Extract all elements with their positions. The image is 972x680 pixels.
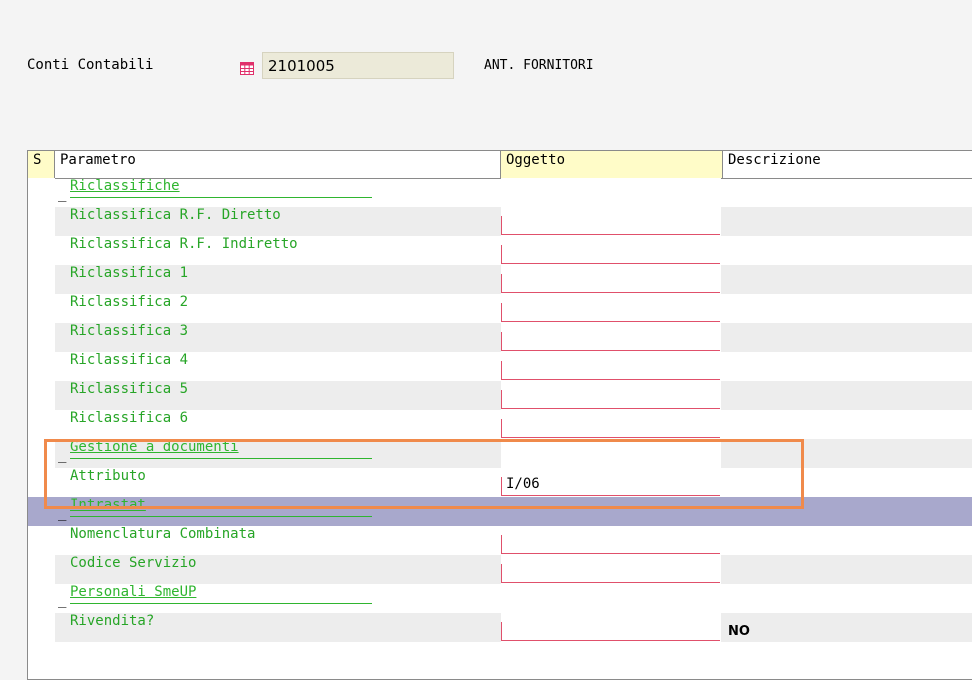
selection-cell[interactable] (28, 613, 55, 642)
section-title[interactable]: Riclassifiche (70, 178, 372, 198)
account-description: ANT. FORNITORI (484, 58, 594, 73)
oggetto-input[interactable] (501, 535, 720, 554)
selection-cell[interactable] (28, 323, 55, 352)
oggetto-input[interactable] (501, 274, 720, 293)
parameter-label: Riclassifica 3 (70, 323, 189, 339)
table-row[interactable]: Nomenclatura Combinata (28, 526, 972, 555)
selection-cell[interactable] (28, 526, 55, 555)
table-row[interactable]: Riclassifica 4 (28, 352, 972, 381)
selection-cell[interactable] (28, 352, 55, 381)
parameter-label: Rivendita? (70, 613, 155, 629)
table-row[interactable]: Rivendita? NO (28, 613, 972, 642)
parameter-label: Riclassifica 4 (70, 352, 189, 368)
header-label: Conti Contabili (27, 57, 154, 73)
account-code-input[interactable]: 2101005 (262, 52, 454, 79)
selection-cell[interactable] (28, 381, 55, 410)
section-marker[interactable]: _ (58, 186, 66, 202)
column-header-s[interactable]: S (28, 151, 55, 178)
table-row[interactable]: Riclassifica 6 (28, 410, 972, 439)
parameter-label: Riclassifica R.F. Diretto (70, 207, 281, 223)
parameter-label: Riclassifica R.F. Indiretto (70, 236, 298, 252)
selection-cell[interactable] (28, 207, 55, 236)
table-row[interactable]: Riclassifica R.F. Indiretto (28, 236, 972, 265)
oggetto-input[interactable] (501, 622, 720, 641)
table-row[interactable]: Riclassifica R.F. Diretto (28, 207, 972, 236)
oggetto-input[interactable] (501, 390, 720, 409)
selection-cell[interactable] (28, 236, 55, 265)
oggetto-input[interactable] (501, 216, 720, 235)
calendar-icon[interactable] (240, 62, 254, 75)
table-row[interactable]: Riclassifica 3 (28, 323, 972, 352)
parameter-label: Riclassifica 6 (70, 410, 189, 426)
grid-header: S Parametro Oggetto Descrizione (28, 151, 972, 179)
table-row[interactable]: Riclassifica 5 (28, 381, 972, 410)
column-header-oggetto[interactable]: Oggetto (501, 151, 723, 178)
oggetto-input[interactable] (501, 332, 720, 351)
selection-cell[interactable] (28, 294, 55, 323)
section-title[interactable]: Personali SmeUP (70, 584, 372, 604)
parameter-label: Riclassifica 1 (70, 265, 189, 281)
selection-cell[interactable] (28, 555, 55, 584)
parameter-label: Riclassifica 5 (70, 381, 189, 397)
descrizione-value: NO (728, 624, 750, 639)
column-header-parametro[interactable]: Parametro (55, 151, 501, 178)
highlight-box (44, 439, 804, 509)
parameter-label: Riclassifica 2 (70, 294, 189, 310)
parameter-label: Nomenclatura Combinata (70, 526, 256, 542)
selection-cell[interactable] (28, 410, 55, 439)
table-row[interactable]: Codice Servizio (28, 555, 972, 584)
section-row[interactable]: _ Personali SmeUP (28, 584, 972, 613)
parameter-label: Codice Servizio (70, 555, 197, 571)
oggetto-input[interactable] (501, 245, 720, 264)
oggetto-input[interactable] (501, 303, 720, 322)
parameter-grid: S Parametro Oggetto Descrizione _ Riclass… (27, 150, 972, 680)
oggetto-input[interactable] (501, 361, 720, 380)
oggetto-cell (501, 584, 721, 613)
section-marker[interactable]: _ (58, 592, 66, 608)
selection-cell[interactable] (28, 178, 55, 207)
table-row[interactable]: Riclassifica 2 (28, 294, 972, 323)
oggetto-input[interactable] (501, 419, 720, 438)
selection-cell[interactable] (28, 584, 55, 613)
table-row[interactable]: Riclassifica 1 (28, 265, 972, 294)
oggetto-cell (501, 178, 721, 207)
section-row[interactable]: _ Riclassifiche (28, 178, 972, 207)
column-header-descrizione[interactable]: Descrizione (723, 151, 972, 178)
selection-cell[interactable] (28, 265, 55, 294)
oggetto-input[interactable] (501, 564, 720, 583)
